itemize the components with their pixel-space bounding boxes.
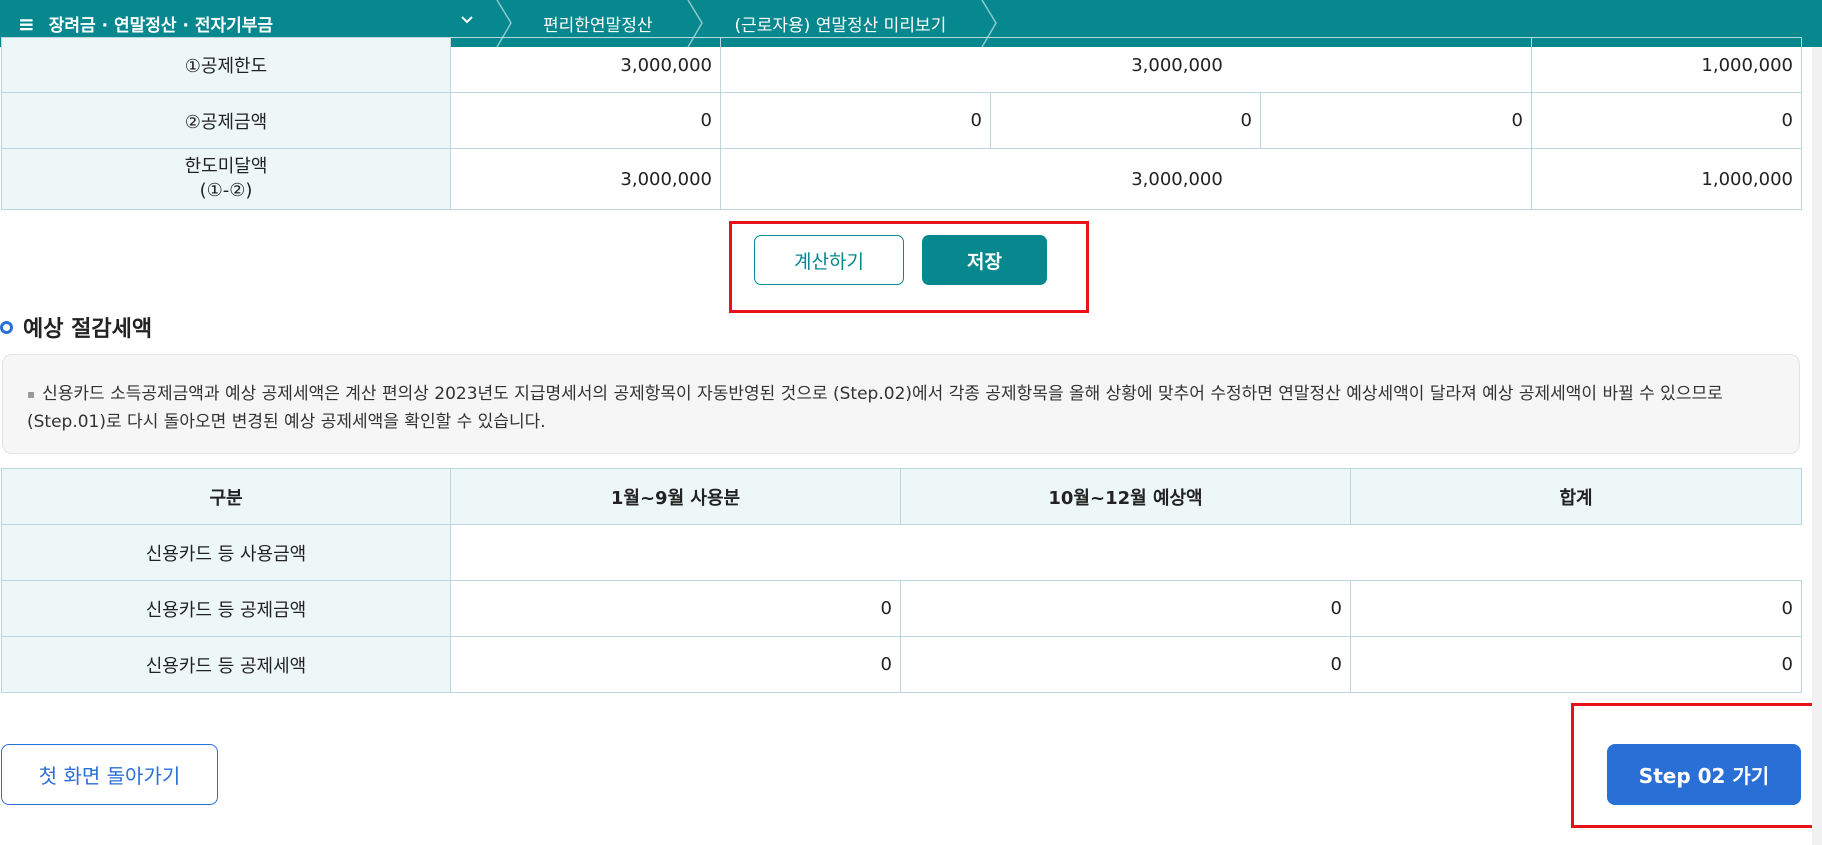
row-label: 한도미달액 (①-②)	[1, 148, 451, 210]
row-label: 신용카드 등 공제세액	[1, 636, 451, 693]
table-cell: 1,000,000	[1531, 37, 1802, 93]
home-button[interactable]: 첫 화면 돌아가기	[1, 744, 218, 805]
table-header-row: 구분 1월~9월 사용분 10월~12월 예상액 합계	[1, 468, 1802, 525]
column-header: 구분	[1, 468, 451, 525]
table-row: 한도미달액 (①-②) 3,000,000 3,000,000 1,000,00…	[1, 148, 1802, 210]
table-row: ②공제금액 0 0 0 0 0	[1, 92, 1802, 149]
notice-line-2: (Step.01)로 다시 돌아오면 변경된 예상 공제세액을 확인할 수 있습…	[27, 412, 546, 432]
chevron-down-icon[interactable]	[459, 12, 475, 32]
row-label-line: 한도미달액	[184, 156, 268, 177]
table-row: ①공제한도 3,000,000 3,000,000 1,000,000	[1, 37, 1802, 93]
table-cell: 3,000,000	[720, 148, 1532, 210]
row-label: 신용카드 등 사용금액	[1, 524, 451, 581]
table-cell: 0	[450, 580, 901, 637]
save-button[interactable]: 저장	[922, 235, 1047, 285]
table-cell: 0	[1260, 92, 1532, 149]
notice-box: ▪ 신용카드 소득공제금액과 예상 공제세액은 계산 편의상 2023년도 지급명…	[2, 354, 1800, 454]
section-title: 예상 절감세액	[0, 311, 152, 343]
hamburger-icon[interactable]: ≡	[18, 12, 35, 36]
table-cell: 3,000,000	[720, 37, 1532, 93]
column-header: 합계	[1350, 468, 1802, 525]
table-cell: 0	[450, 92, 721, 149]
deduction-limit-table: ①공제한도 3,000,000 3,000,000 1,000,000 ②공제금…	[1, 37, 1802, 210]
table-cell: 0	[1350, 636, 1802, 693]
column-header: 10월~12월 예상액	[900, 468, 1351, 525]
table-cell: 1,000,000	[1531, 148, 1802, 210]
estimated-savings-table: 구분 1월~9월 사용분 10월~12월 예상액 합계 신용카드 등 사용금액 …	[1, 468, 1802, 693]
table-cell	[450, 524, 1802, 581]
row-label-line: (①-②)	[199, 180, 253, 201]
row-label: ①공제한도	[1, 37, 451, 93]
column-header: 1월~9월 사용분	[450, 468, 901, 525]
table-cell: 0	[900, 636, 1351, 693]
table-cell: 0	[900, 580, 1351, 637]
bullet-icon: ▪	[27, 387, 36, 401]
table-row: 신용카드 등 사용금액	[1, 524, 1802, 581]
table-cell: 3,000,000	[450, 148, 721, 210]
table-cell: 0	[1531, 92, 1802, 149]
row-label: ②공제금액	[1, 92, 451, 149]
notice-text: ▪ 신용카드 소득공제금액과 예상 공제세액은 계산 편의상 2023년도 지급명…	[27, 380, 1779, 408]
table-cell: 0	[990, 92, 1261, 149]
table-cell: 3,000,000	[450, 37, 721, 93]
table-row: 신용카드 등 공제금액 0 0 0	[1, 580, 1802, 637]
table-row: 신용카드 등 공제세액 0 0 0	[1, 636, 1802, 693]
circle-bullet-icon	[0, 320, 13, 334]
main-menu-label: 장려금 · 연말정산 · 전자기부금	[48, 16, 274, 36]
scrollbar[interactable]	[1812, 47, 1822, 845]
row-label: 신용카드 등 공제금액	[1, 580, 451, 637]
table-cell: 0	[720, 92, 991, 149]
table-cell: 0	[450, 636, 901, 693]
step-02-button[interactable]: Step 02 가기	[1607, 744, 1801, 805]
notice-line-1: 신용카드 소득공제금액과 예상 공제세액은 계산 편의상 2023년도 지급명세…	[42, 384, 1723, 404]
table-cell: 0	[1350, 580, 1802, 637]
calculate-button[interactable]: 계산하기	[754, 235, 904, 285]
section-title-text: 예상 절감세액	[23, 317, 153, 342]
